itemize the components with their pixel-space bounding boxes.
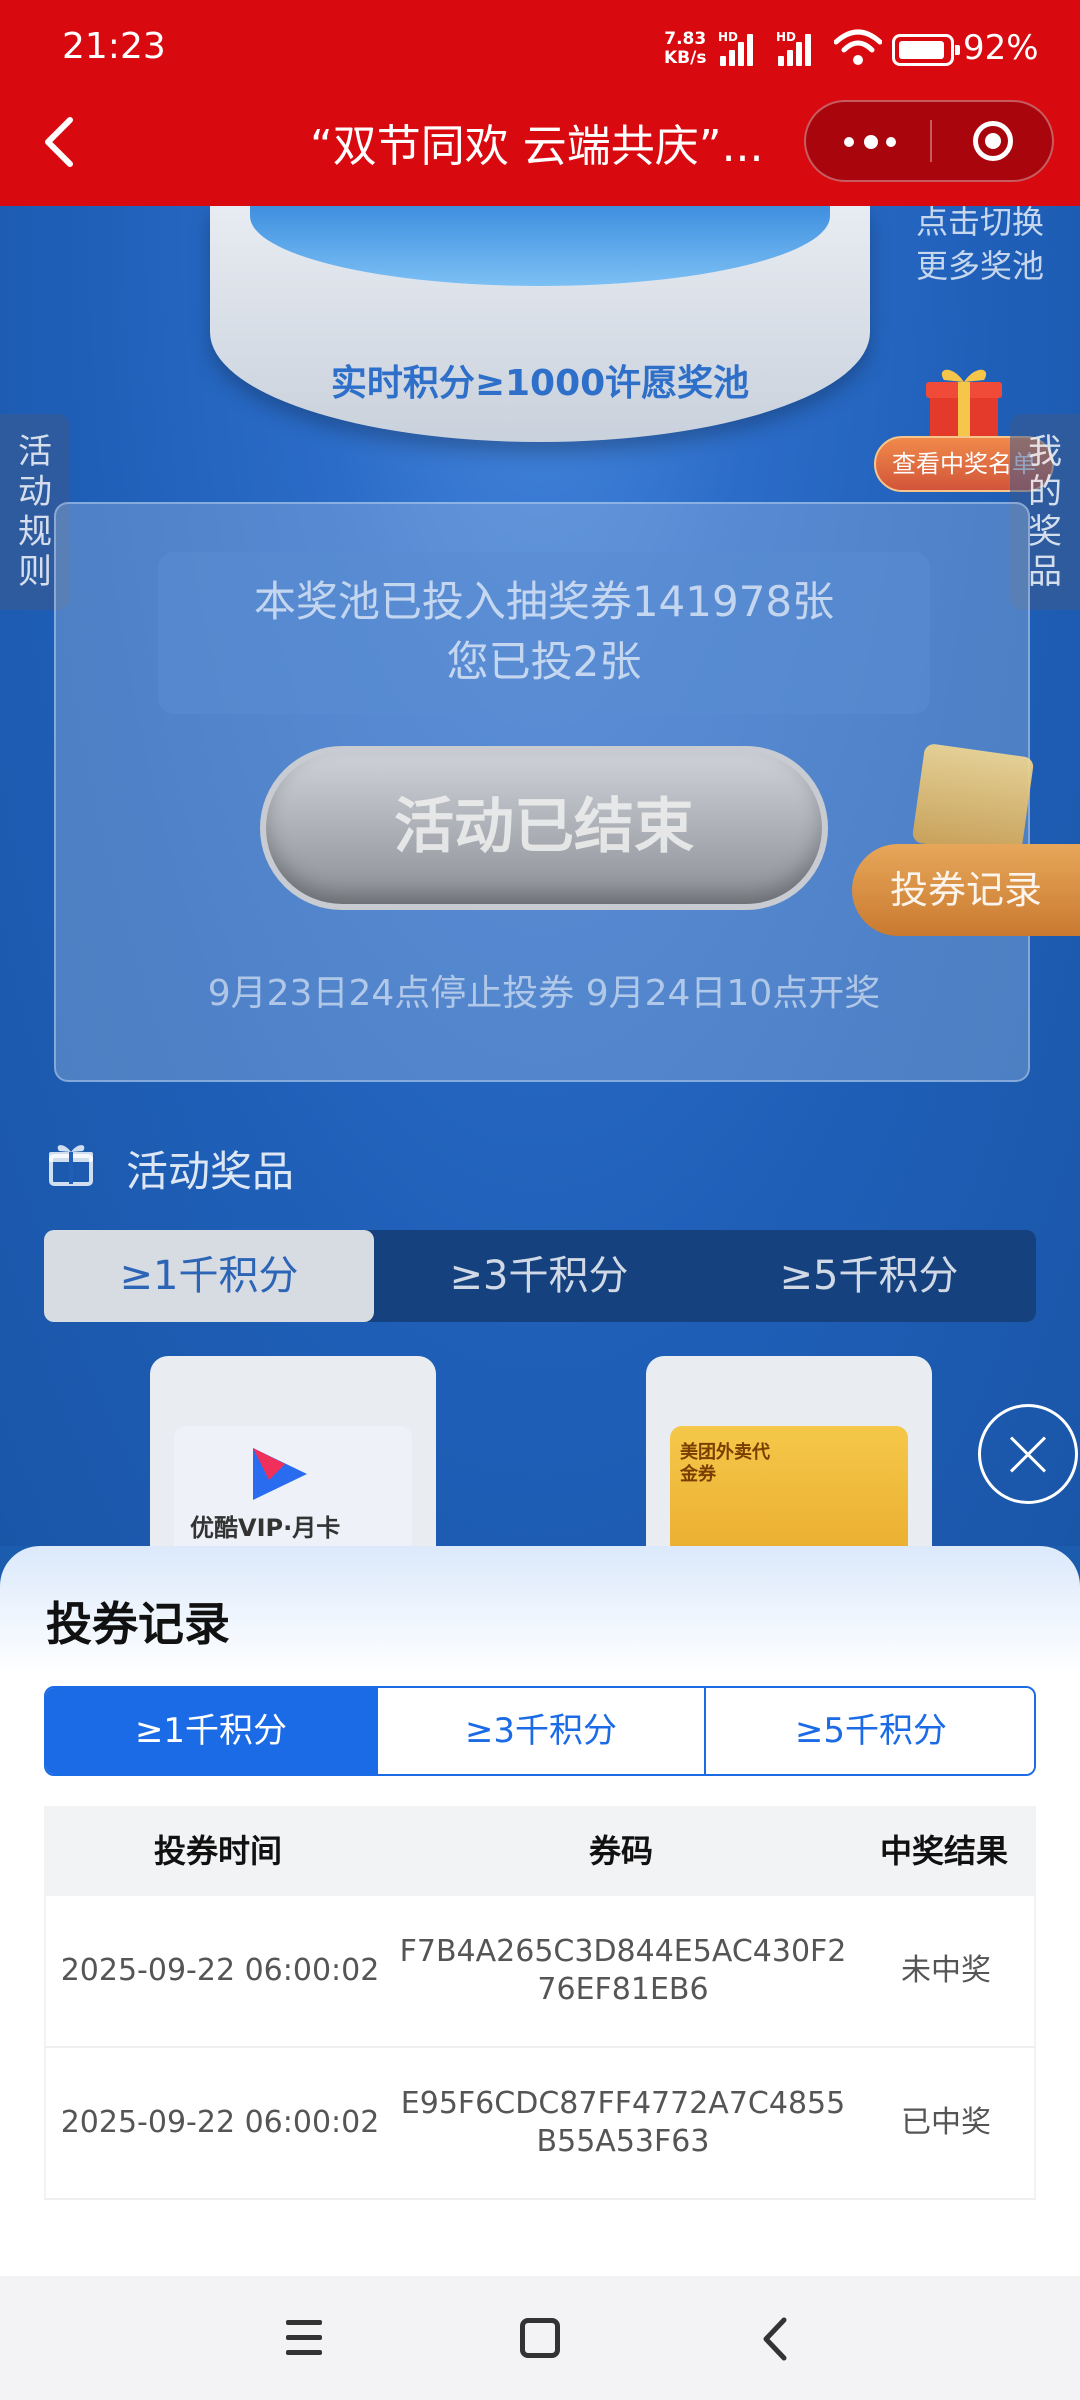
- prize-tier-tabs: ≥1千积分 ≥3千积分 ≥5千积分: [44, 1230, 1036, 1322]
- ticket-result: 已中奖: [901, 2105, 991, 2140]
- system-navigation-bar: [0, 2276, 1080, 2400]
- column-header-code: 券码: [588, 1832, 653, 1870]
- ticket-code: F7B4A265C3D844E5AC430F276EF81EB6: [399, 1934, 847, 2007]
- switch-pool-line2: 更多奖池: [915, 247, 1044, 285]
- network-speed-value: 7.83: [664, 29, 707, 49]
- ticket-code: E95F6CDC87FF4772A7C4855B55A53F63: [400, 2086, 846, 2159]
- prize-label: 优酷VIP·月卡: [190, 1514, 341, 1542]
- gift-icon: [49, 1145, 93, 1186]
- column-header-time: 投券时间: [153, 1832, 282, 1870]
- clock: 21:23: [62, 26, 166, 67]
- gift-box-icon: [926, 369, 1002, 440]
- battery-icon: [892, 34, 960, 66]
- network-speed-unit: KB/s: [664, 48, 707, 68]
- record-tab-3k[interactable]: ≥3千积分: [376, 1688, 706, 1774]
- more-menu-button[interactable]: [806, 102, 930, 180]
- prizes-heading-label: 活动奖品: [126, 1147, 295, 1196]
- ticket-record-button[interactable]: 投券记录: [852, 844, 1080, 936]
- signal-icon: [778, 30, 818, 66]
- back-arrow-icon[interactable]: [38, 114, 82, 170]
- switch-pool-link[interactable]: 点击切换 更多奖池: [910, 200, 1050, 288]
- prize-tab-1k[interactable]: ≥1千积分: [44, 1230, 374, 1322]
- my-prizes-label: 我的奖品: [1028, 432, 1062, 592]
- ticket-record-sheet: 投券记录 ≥1千积分 ≥3千积分 ≥5千积分 投券时间 券码 中奖结果 2025…: [0, 1546, 1080, 2276]
- recent-apps-button[interactable]: [282, 2318, 330, 2358]
- activity-rules-label: 活动规则: [18, 432, 52, 592]
- record-tab-1k[interactable]: ≥1千积分: [46, 1688, 376, 1774]
- record-tier-tabs: ≥1千积分 ≥3千积分 ≥5千积分: [44, 1686, 1036, 1776]
- wifi-icon: [834, 29, 882, 65]
- column-header-result: 中奖结果: [879, 1832, 1008, 1870]
- title-bar: 21:23 7.83 KB/s HD HD 92% “双节同欢 云端共庆”...: [0, 0, 1080, 206]
- record-tab-5k[interactable]: ≥5千积分: [706, 1688, 1034, 1774]
- status-bar: 21:23 7.83 KB/s HD HD 92%: [0, 0, 1080, 100]
- pool-status-card: 本奖池已投入抽奖券141978张 您已投2张 活动已结束 9月23日24点停止投…: [54, 502, 1030, 1082]
- battery-percent: 92%: [963, 28, 1039, 68]
- ticket-time: 2025-09-22 06:00:02: [60, 2105, 380, 2140]
- activity-ended-button[interactable]: 活动已结束: [260, 746, 828, 910]
- ticket-time: 2025-09-22 06:00:02: [60, 1953, 380, 1988]
- sheet-title: 投券记录: [46, 1597, 230, 1651]
- network-speed: 7.83 KB/s: [664, 30, 706, 68]
- youku-logo-icon: [253, 1448, 307, 1500]
- ticket-icon: [911, 742, 1035, 858]
- pool-label: 实时积分≥1000许愿奖池: [330, 363, 750, 404]
- signal-icon: [720, 30, 760, 66]
- ticket-record-table: 投券时间 券码 中奖结果 2025-09-22 06:00:02 F7B4A26…: [44, 1806, 1036, 2200]
- battery-fill: [899, 41, 944, 59]
- tickets-total-text: 本奖池已投入抽奖券141978张: [253, 577, 835, 626]
- prizes-heading: 活动奖品: [48, 1136, 548, 1196]
- pool-info-box: 本奖池已投入抽奖券141978张 您已投2张: [158, 552, 930, 714]
- switch-pool-line1: 点击切换: [915, 203, 1044, 241]
- pool-water: [250, 206, 830, 286]
- exit-mini-program-button[interactable]: [932, 102, 1052, 180]
- table-header: 投券时间 券码 中奖结果: [44, 1806, 1036, 1896]
- ticket-result: 未中奖: [901, 1953, 991, 1988]
- wish-pool-fountain: 实时积分≥1000许愿奖池: [210, 206, 870, 442]
- my-tickets-text: 您已投2张: [446, 637, 642, 686]
- close-popup-button[interactable]: [978, 1404, 1078, 1504]
- prize-label: 美团外卖代金券: [680, 1442, 770, 1485]
- page-title: “双节同欢 云端共庆”...: [310, 121, 764, 172]
- table-row: 2025-09-22 06:00:02 F7B4A265C3D844E5AC43…: [44, 1896, 1036, 2048]
- system-back-icon[interactable]: [756, 2316, 796, 2362]
- prize-tab-3k[interactable]: ≥3千积分: [374, 1230, 704, 1322]
- prize-card-meituan[interactable]: 美团外卖代金券: [646, 1356, 932, 1556]
- mini-program-capsule: [804, 100, 1054, 182]
- draw-schedule-text: 9月23日24点停止投券 9月24日10点开奖: [207, 973, 881, 1014]
- home-button[interactable]: [520, 2318, 560, 2358]
- prize-card-youku[interactable]: 优酷VIP·月卡: [150, 1356, 436, 1556]
- table-row: 2025-09-22 06:00:02 E95F6CDC87FF4772A7C4…: [44, 2048, 1036, 2200]
- prize-tab-5k[interactable]: ≥5千积分: [704, 1230, 1034, 1322]
